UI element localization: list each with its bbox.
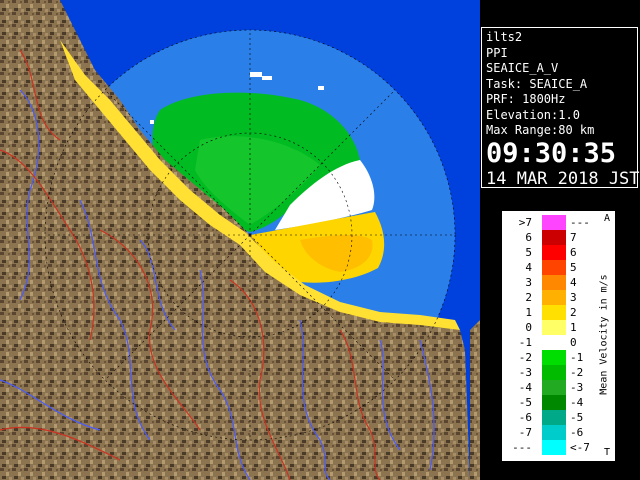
legend-color-swatch (542, 215, 566, 230)
legend-upper-value: 6 (570, 246, 577, 259)
land-east (470, 320, 480, 480)
elevation-value: Elevation:1.0 (486, 107, 580, 122)
legend-upper-value: 2 (570, 306, 577, 319)
legend-title: Mean Velocity in m/s (598, 274, 610, 395)
legend-lower-value: 2 (525, 291, 532, 304)
prf-value: PRF: 1800Hz (486, 92, 566, 106)
legend-lower-value: 1 (525, 306, 532, 319)
legend-row: 67 (510, 230, 600, 245)
radar-ppi-display[interactable] (0, 0, 480, 480)
legend-color-swatch (542, 350, 566, 365)
legend-upper-value: -6 (570, 426, 584, 439)
product-name: SEAICE_A_V (486, 61, 559, 75)
max-range-value: Max Range:80 km (486, 123, 595, 137)
legend-lower-value: -3 (518, 366, 532, 379)
legend-color-swatch (542, 260, 566, 275)
legend-lower-value: -2 (518, 351, 532, 364)
legend-lower-value: >7 (518, 216, 532, 229)
legend-row: 01 (510, 320, 600, 335)
scan-date: 14 MAR 2018 JST (486, 168, 640, 189)
legend-row: --- <-7 (510, 440, 600, 455)
legend-color-swatch (542, 290, 566, 305)
legend-upper-value: --- (570, 216, 590, 229)
legend-color-swatch (542, 410, 566, 425)
legend-upper-value: <-7 (570, 441, 590, 454)
legend-lower-value: -6 (518, 411, 532, 424)
legend-lower-value: 3 (525, 276, 532, 289)
legend-color-swatch (542, 425, 566, 440)
task-name: Task: SEAICE_A (486, 76, 588, 91)
legend-title-container: Mean Velocity in m/s (594, 229, 612, 449)
legend-upper-value: 3 (570, 291, 577, 304)
legend-lower-value: -7 (518, 426, 532, 439)
legend-upper-value: -1 (570, 351, 584, 364)
legend-bottom-mark: T (604, 447, 611, 458)
velocity-legend: A >7 --- 6 7 5 6 4 5 3 4 2 3 1 2 0 1 -1 0 -2 -1 -3 -2 -4 -3 -5 -4… (501, 210, 616, 462)
legend-color-swatch (542, 320, 566, 335)
legend-color-swatch (542, 440, 566, 455)
legend-upper-value: 4 (570, 276, 577, 289)
legend-top-mark: A (604, 213, 611, 224)
legend-lower-value: -5 (518, 396, 532, 409)
legend-lower-value: 5 (525, 246, 532, 259)
legend-upper-value: 7 (570, 231, 577, 244)
legend-lower-value: --- (512, 441, 532, 454)
legend-row: -4 -3 (510, 380, 600, 395)
legend-upper-value: -4 (570, 396, 584, 409)
scan-info-panel: ilts2 PPI SEAICE_A_V Task: SEAICE_A PRF:… (481, 27, 640, 189)
legend-lower-value: -1 (518, 336, 532, 349)
legend-row: -6 -5 (510, 410, 600, 425)
legend-lower-value: 6 (525, 231, 532, 244)
legend-color-swatch (542, 380, 566, 395)
legend-color-swatch (542, 335, 566, 350)
legend-color-swatch (542, 395, 566, 410)
legend-row: 45 (510, 260, 600, 275)
legend-lower-value: 0 (525, 321, 532, 334)
legend-row: -3 -2 (510, 365, 600, 380)
legend-color-swatch (542, 245, 566, 260)
legend-row: -2 -1 (510, 350, 600, 365)
legend-upper-value: -2 (570, 366, 584, 379)
scan-type: PPI (486, 45, 508, 60)
site-name: ilts2 (486, 30, 523, 44)
legend-color-swatch (542, 275, 566, 290)
legend-upper-value: 1 (570, 321, 577, 334)
legend-lower-value: 4 (525, 261, 532, 274)
legend-row: 23 (510, 290, 600, 305)
legend-color-swatch (542, 230, 566, 245)
legend-row: 56 (510, 245, 600, 260)
scan-time: 09:30:35 (486, 137, 617, 169)
legend-upper-value: -5 (570, 411, 584, 424)
legend-color-swatch (542, 305, 566, 320)
legend-color-swatch (542, 365, 566, 380)
radar-map (0, 0, 480, 480)
legend-row: -7 -6 (510, 425, 600, 440)
legend-row: -5 -4 (510, 395, 600, 410)
legend-upper-value: 5 (570, 261, 577, 274)
legend-row: -1 0 (510, 335, 600, 350)
legend-upper-value: -3 (570, 381, 584, 394)
legend-lower-value: -4 (518, 381, 532, 394)
legend-row: 34 (510, 275, 600, 290)
legend-upper-value: 0 (570, 336, 577, 349)
legend-row: >7 --- (510, 215, 600, 230)
legend-row: 12 (510, 305, 600, 320)
